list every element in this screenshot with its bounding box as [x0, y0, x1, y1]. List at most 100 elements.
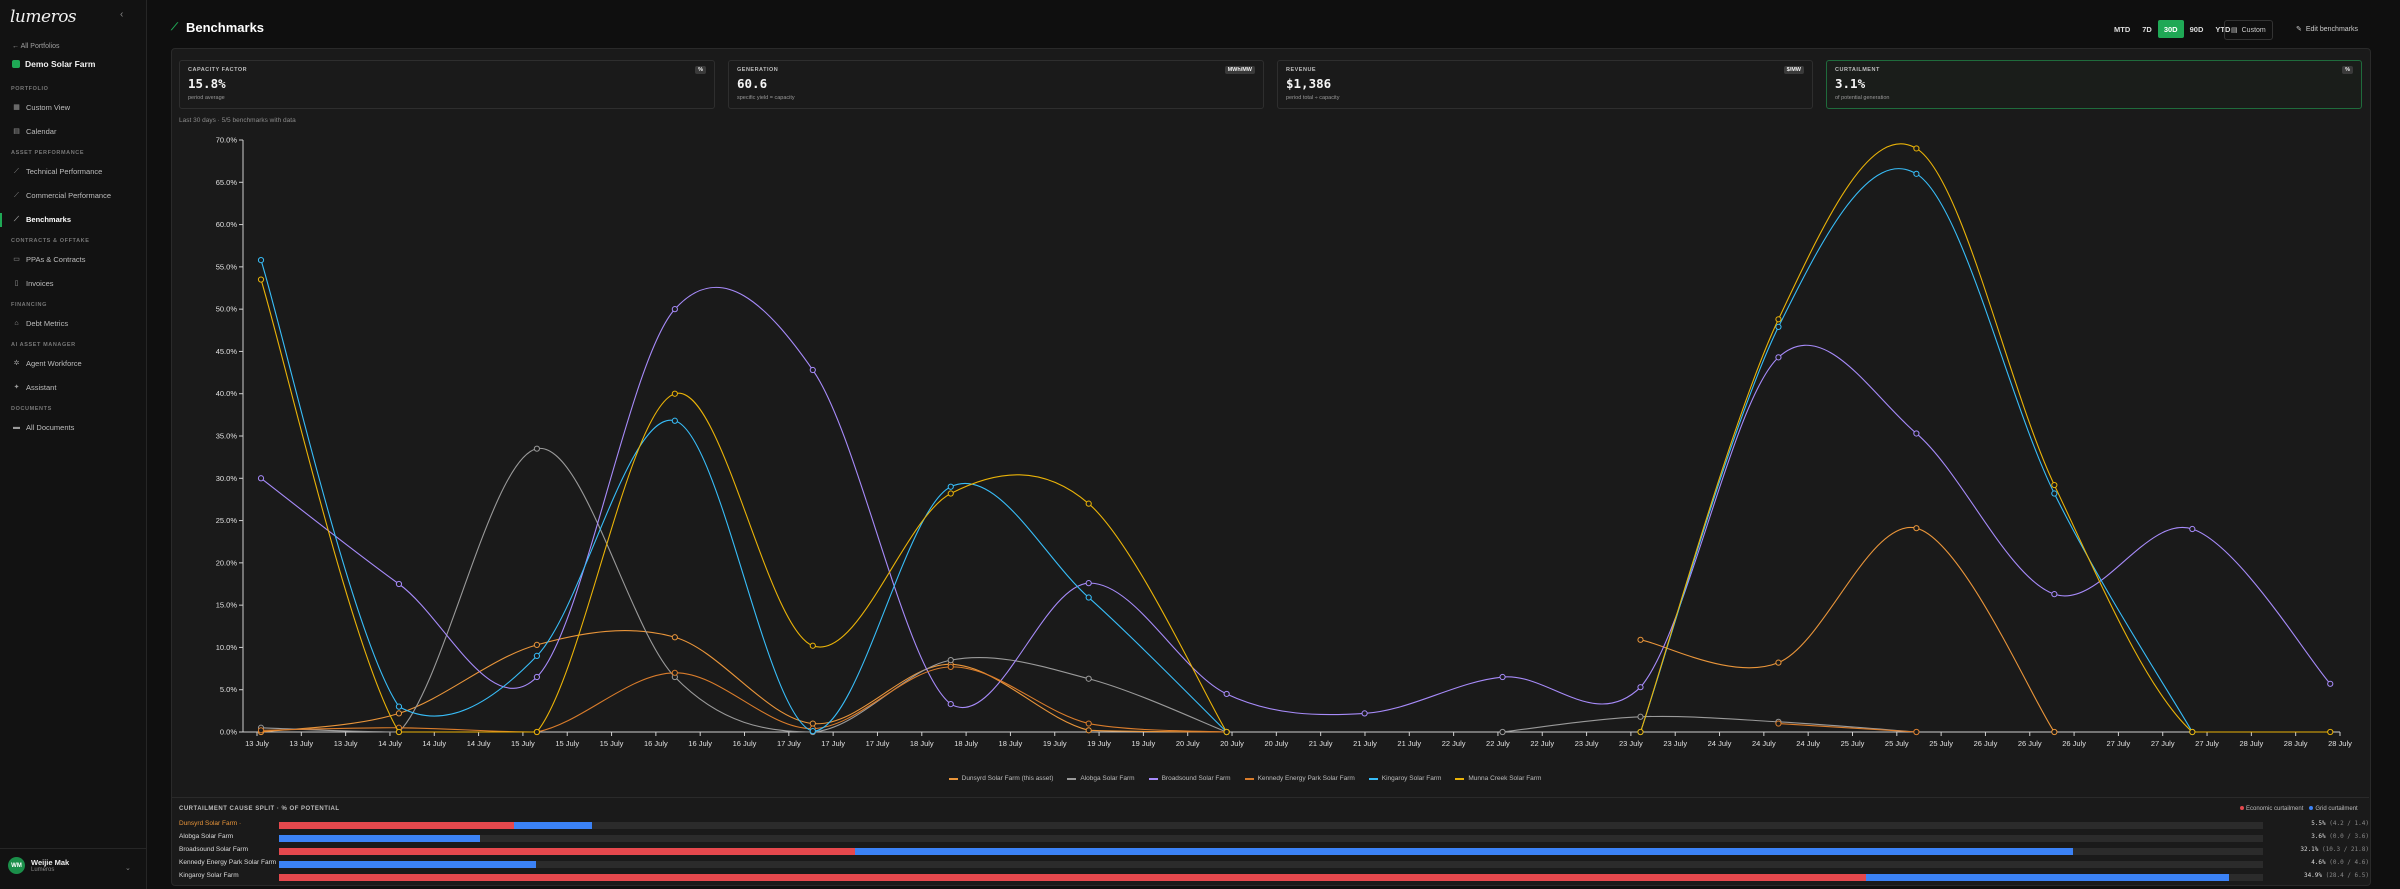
x-tick-label: 23 July [1619, 739, 1643, 748]
kpi-label: CAPACITY FACTOR [188, 67, 248, 73]
economic-dot-icon [2240, 806, 2244, 810]
avatar: WM [8, 857, 25, 874]
nav-technical-label: Technical Performance [26, 167, 103, 176]
range-selector: MTD 7D 30D 90D YTD [2108, 20, 2236, 38]
x-tick-label: 15 July [555, 739, 579, 748]
data-point [1913, 430, 1920, 437]
section-ai: AI ASSET MANAGER [11, 342, 76, 348]
data-point [533, 728, 540, 736]
chevron-down-icon[interactable]: ⌄ [125, 864, 131, 872]
data-point [257, 475, 265, 482]
kpi-unit: % [695, 66, 706, 74]
nav-technical-performance[interactable]: ⟋ Technical Performance [12, 167, 102, 176]
data-point [809, 720, 816, 727]
series-line [260, 259, 1228, 733]
x-tick-label: 21 July [1397, 739, 1421, 748]
back-to-portfolios-link[interactable]: ← All Portfolios [12, 43, 59, 50]
data-point [947, 700, 954, 708]
custom-label: Custom [2241, 26, 2266, 34]
x-tick-label: 20 July [1176, 739, 1200, 748]
edit-benchmarks-button[interactable]: ✎ Edit benchmarks [2290, 20, 2364, 38]
x-tick-label: 16 July [733, 739, 757, 748]
grid-bar [279, 835, 481, 842]
y-tick-label: 50.0% [216, 305, 238, 314]
grid-bar [854, 848, 2073, 855]
sidebar: lumeros ‹ ← All Portfolios Demo Solar Fa… [0, 0, 147, 889]
range-7d[interactable]: 7D [2136, 20, 2158, 38]
kpi-card-curtailment[interactable]: CURTAILMENT 3.1% of potential generation% [1826, 60, 2362, 109]
x-tick-label: 26 July [1974, 739, 1998, 748]
legend-swatch-icon [948, 777, 958, 780]
farm-selector[interactable]: Demo Solar Farm [12, 59, 95, 69]
nav-custom-view[interactable]: ▦ Custom View [12, 103, 70, 112]
nav-debt-metrics[interactable]: ⌂ Debt Metrics [12, 319, 68, 328]
data-point [395, 703, 403, 710]
legend-item[interactable]: Dunsyrd Solar Farm (this asset) [948, 775, 1053, 782]
legend-item[interactable]: Broadsound Solar Farm [1148, 775, 1231, 782]
split-track [279, 861, 2263, 868]
nav-assistant[interactable]: ✦ Assistant [12, 383, 57, 392]
kpi-card-generation[interactable]: GENERATION 60.6 specific yield = capacity M… [728, 60, 1264, 109]
grid-bar [513, 822, 592, 829]
nav-agent-workforce[interactable]: ✲ Agent Workforce [12, 359, 82, 368]
legend-label: Alobga Solar Farm [1080, 775, 1135, 782]
y-tick-label: 30.0% [216, 474, 238, 483]
data-point [1637, 636, 1644, 643]
legend-item[interactable]: Kennedy Energy Park Solar Farm [1244, 775, 1355, 782]
split-row: Broadsound Solar Farm 32.1% (10.3 / 21.8) [179, 846, 2369, 856]
kpi-value: 15.8% [188, 76, 226, 91]
x-tick-label: 28 July [2239, 739, 2263, 748]
nav-invoices[interactable]: ▯ Invoices [12, 279, 54, 288]
kpi-unit: % [2342, 66, 2353, 74]
y-tick-label: 15.0% [216, 601, 238, 610]
nav-all-docs-label: All Documents [26, 423, 75, 432]
legend-label: Kingaroy Solar Farm [1381, 775, 1442, 782]
data-point [2189, 525, 2196, 533]
series-line [260, 630, 1227, 733]
legend-item[interactable]: Munna Creek Solar Farm [1455, 775, 1541, 782]
x-tick-label: 24 July [1752, 739, 1776, 748]
data-point [1913, 525, 1920, 532]
data-point [1085, 675, 1092, 682]
split-row-name: Broadsound Solar Farm [179, 846, 249, 853]
collapse-sidebar-icon[interactable]: ‹ [120, 9, 123, 20]
custom-range-button[interactable]: ▤ Custom [2224, 20, 2273, 40]
nav-commercial-performance[interactable]: ⟋ Commercial Performance [12, 191, 111, 200]
kpi-sub: period average [188, 95, 225, 101]
nav-ppas[interactable]: ▭ PPAs & Contracts [12, 255, 85, 264]
nav-calendar[interactable]: ▤ Calendar [12, 127, 56, 136]
series-line [1502, 715, 1917, 733]
data-point [671, 390, 678, 397]
split-row-name: Kennedy Energy Park Solar Farm [179, 859, 277, 866]
x-tick-label: 15 July [511, 739, 535, 748]
range-90d[interactable]: 90D [2184, 20, 2210, 38]
back-label: All Portfolios [20, 43, 60, 50]
x-tick-label: 18 July [910, 739, 934, 748]
nav-benchmarks[interactable]: ⟋ Benchmarks [12, 215, 71, 224]
data-point [1223, 690, 1230, 698]
kpi-label: REVENUE [1286, 67, 1317, 73]
legend-swatch-icon [1244, 777, 1254, 780]
section-contracts: CONTRACTS & OFFTAKE [11, 238, 90, 244]
split-row: Dunsyrd Solar Farm · 5.5% (4.2 / 1.4) [179, 820, 2369, 830]
split-row: Kennedy Energy Park Solar Farm 4.6% (0.0 … [179, 859, 2369, 869]
user-menu[interactable]: WM Weijie Mak Lumeros [8, 857, 69, 874]
kpi-unit: MWh/MW [1224, 66, 1255, 74]
x-tick-label: 14 July [422, 739, 446, 748]
legend-item[interactable]: Alobga Solar Farm [1067, 775, 1135, 782]
split-row-value: 3.6% (0.0 / 3.6) [2311, 833, 2369, 840]
section-asset-performance: ASSET PERFORMANCE [11, 150, 85, 156]
calendar-icon: ▤ [13, 128, 20, 135]
split-row-value: 4.6% (0.0 / 4.6) [2311, 859, 2369, 866]
legend-swatch-icon [1148, 777, 1158, 780]
x-tick-label: 17 July [866, 739, 890, 748]
kpi-card-revenue[interactable]: REVENUE $1,386 period total ÷ capacity $/MW [1277, 60, 1813, 109]
kpi-card-capacity-factor[interactable]: CAPACITY FACTOR 15.8% period average% [179, 60, 715, 109]
nav-benchmarks-label: Benchmarks [26, 215, 72, 224]
legend-item[interactable]: Kingaroy Solar Farm [1368, 775, 1442, 782]
legend-swatch-icon [1067, 777, 1077, 780]
nav-custom-view-label: Custom View [26, 103, 71, 112]
range-30d[interactable]: 30D [2157, 20, 2184, 38]
range-mtd[interactable]: MTD [2108, 20, 2136, 38]
nav-all-documents[interactable]: ▬ All Documents [12, 423, 74, 432]
